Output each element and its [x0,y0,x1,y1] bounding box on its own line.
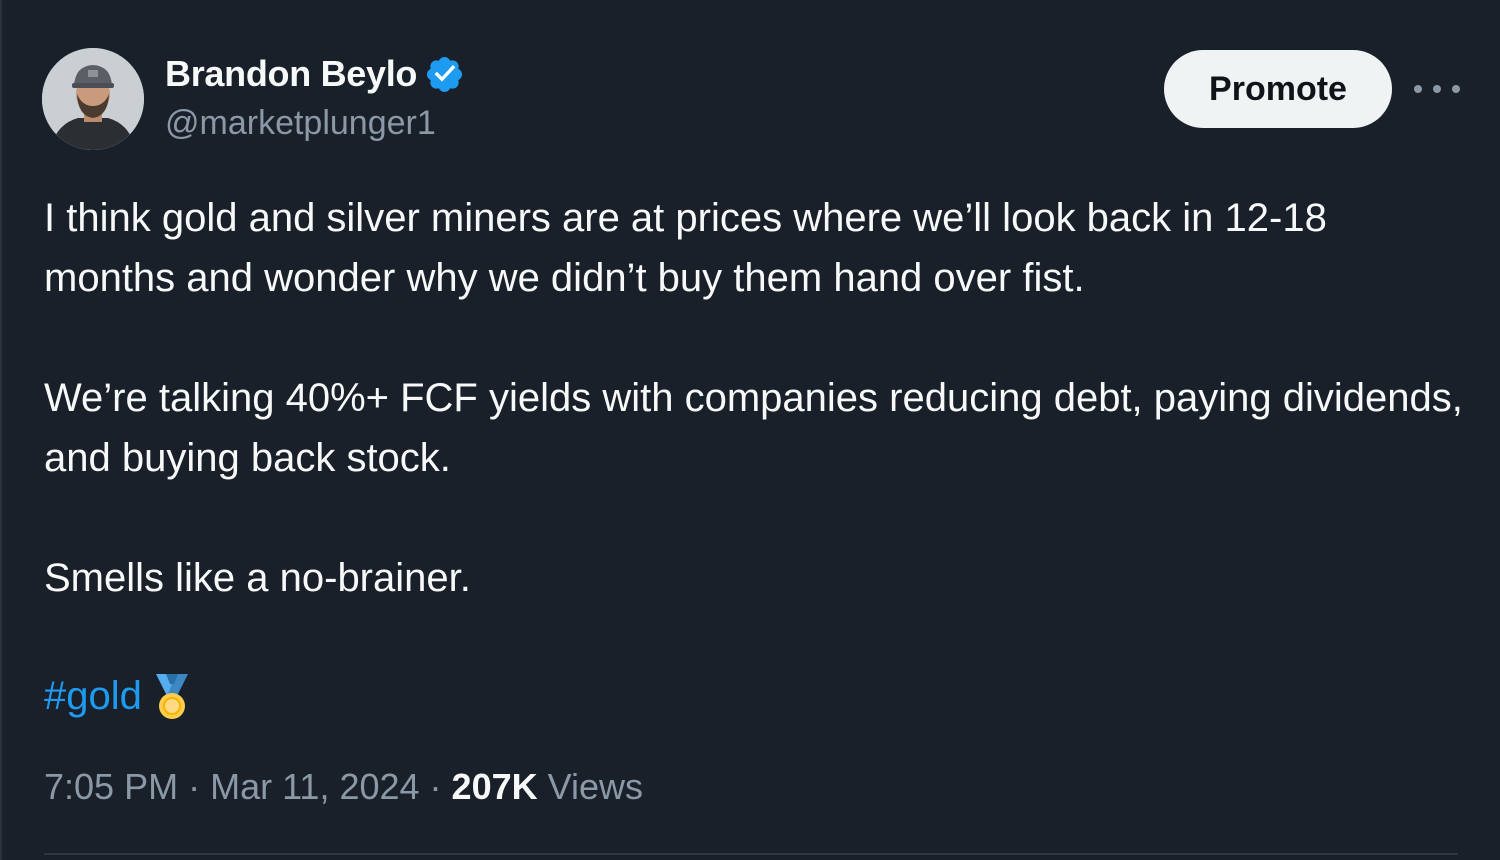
tweet-meta: 7:05 PM · Mar 11, 2024 · 207K Views [44,766,643,808]
hashtag-line: #gold [44,666,198,726]
hashtag-link[interactable]: #gold [44,674,142,719]
author-display-name[interactable]: Brandon Beylo [165,53,417,95]
tweet-card: Brandon Beylo @marketplunger1 Promote I … [0,0,1500,860]
tweet-date[interactable]: Mar 11, 2024 [210,766,419,808]
author-avatar[interactable] [42,48,144,150]
divider [44,853,1458,855]
avatar-photo [42,48,144,150]
meta-separator: · [429,766,442,807]
views-count[interactable]: 207K [452,766,538,808]
tweet-paragraph: We’re talking 40%+ FCF yields with compa… [44,376,1463,480]
more-options-icon[interactable] [1414,72,1460,106]
more-dot [1414,85,1422,93]
promote-button[interactable]: Promote [1164,50,1392,128]
tweet-paragraph: Smells like a no-brainer. [44,556,471,600]
author-handle[interactable]: @marketplunger1 [165,104,436,143]
more-dot [1452,85,1460,93]
verified-badge-icon[interactable] [424,54,465,95]
author-name-row: Brandon Beylo [165,52,465,96]
views-label: Views [547,766,643,807]
tweet-text: I think gold and silver miners are at pr… [44,188,1464,608]
tweet-time[interactable]: 7:05 PM [44,766,178,808]
tweet-paragraph: I think gold and silver miners are at pr… [44,196,1327,300]
medal-icon [155,674,188,719]
meta-separator: · [188,766,201,807]
more-dot [1433,85,1441,93]
